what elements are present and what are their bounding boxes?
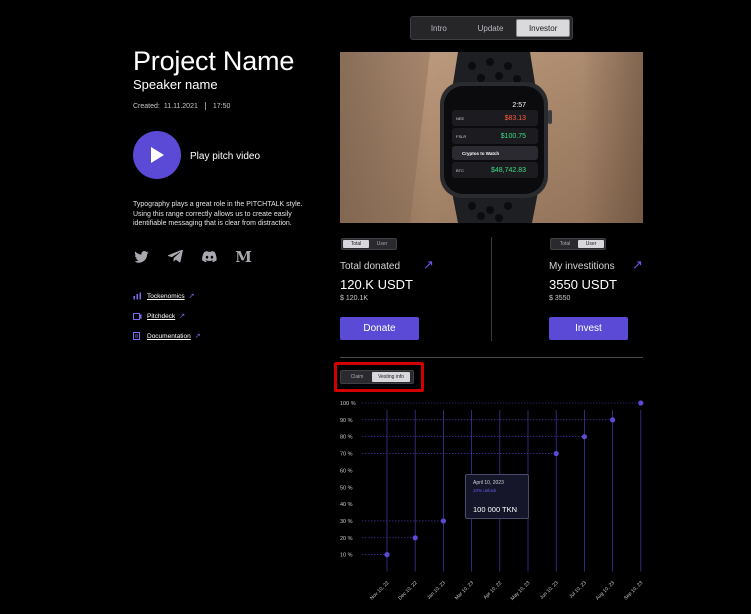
donated-toggle: Total User: [341, 238, 397, 250]
created-info: Created: 11.11.2021 17:50: [133, 102, 230, 110]
external-link-icon[interactable]: ↗: [423, 257, 434, 273]
discord-icon[interactable]: [201, 249, 218, 264]
y-tick-label: 30 %: [340, 519, 353, 525]
x-tick-label: Mar 10, 23: [454, 580, 475, 601]
watch-value: $100.75: [501, 133, 526, 140]
pitchdeck-link[interactable]: Pitchdeck ↗: [133, 312, 201, 320]
x-tick-label: Jun 10, 23: [539, 580, 560, 601]
pitch-video-thumbnail[interactable]: 2:57 NEE $83.13 FSLR $100.75 Cryptos to …: [340, 52, 643, 223]
tokenomics-link[interactable]: Tockenomics ↗: [133, 292, 201, 300]
data-point: [553, 450, 559, 457]
section-tabs: Intro Update Investor: [410, 16, 573, 40]
external-link-icon: ↗: [194, 333, 201, 340]
donated-toggle-user[interactable]: User: [369, 240, 395, 248]
tokenomics-link-label[interactable]: Tockenomics: [147, 293, 185, 300]
x-tick-label: Nov 10, 22: [369, 580, 390, 601]
section-divider: [340, 357, 643, 358]
x-tick-label: Sep 10, 23: [623, 580, 645, 602]
watch-time: 2:57: [512, 102, 526, 109]
data-point: [581, 434, 587, 440]
data-point: [412, 535, 418, 541]
play-video-button[interactable]: [133, 131, 181, 179]
chart-icon: [133, 292, 142, 300]
created-date: 11.11.2021: [163, 102, 198, 110]
invested-toggle: Total User: [550, 238, 606, 250]
y-tick-label: 80 %: [340, 435, 353, 441]
data-point: [440, 518, 446, 524]
created-label: Created:: [133, 102, 160, 110]
invested-toggle-user[interactable]: User: [578, 240, 604, 248]
speaker-name: Speaker name: [133, 77, 218, 92]
donated-value: 120.K USDT: [340, 277, 413, 292]
telegram-icon[interactable]: [167, 249, 184, 264]
x-tick-label: Jul 10, 23: [568, 580, 588, 600]
watch-ticker: NEE: [456, 116, 465, 121]
pitchdeck-link-label[interactable]: Pitchdeck: [147, 313, 175, 320]
chart-toggle-vesting-info[interactable]: Vesting info: [372, 372, 410, 382]
data-point: [610, 417, 616, 423]
chart-toggle-claim[interactable]: Claim: [342, 372, 372, 382]
play-video-label[interactable]: Play pitch video: [190, 151, 260, 162]
tab-intro[interactable]: Intro: [413, 19, 465, 37]
card-divider: [491, 237, 492, 341]
tooltip-unlock: 10% unlock: [473, 488, 497, 493]
donated-label: Total donated: [340, 261, 401, 272]
documentation-link-label[interactable]: Documentation: [147, 333, 191, 340]
data-point: [638, 400, 644, 406]
documentation-link[interactable]: Documentation ↗: [133, 332, 201, 340]
play-icon: [151, 147, 164, 163]
donated-sub: $ 120.1K: [340, 295, 369, 302]
y-tick-label: 40 %: [340, 502, 353, 508]
y-tick-label: 100 %: [340, 401, 356, 407]
watch-value: $83.13: [505, 115, 527, 122]
invested-label: My investitions: [549, 261, 615, 272]
created-separator: [204, 102, 206, 110]
document-icon: [133, 332, 142, 340]
data-point: [384, 552, 390, 558]
chart-toggle: Claim Vesting info: [340, 370, 414, 384]
y-tick-label: 50 %: [340, 485, 353, 491]
donate-button[interactable]: Donate: [340, 317, 419, 340]
y-tick-label: 70 %: [340, 452, 353, 458]
external-link-icon[interactable]: ↗: [632, 257, 643, 273]
tab-investor[interactable]: Investor: [516, 19, 571, 37]
watch-crypto-header: Cryptos to Watch: [462, 151, 499, 156]
medium-icon[interactable]: M: [235, 248, 252, 266]
x-tick-label: May 10, 23: [510, 580, 532, 602]
created-time: 17:50: [212, 102, 231, 110]
watch-value: $48,742.83: [491, 167, 526, 174]
y-tick-label: 20 %: [340, 536, 353, 542]
tooltip-date: April 10, 2023: [473, 480, 504, 486]
smartwatch-image: 2:57 NEE $83.13 FSLR $100.75 Cryptos to …: [340, 52, 643, 223]
project-title: Project Name: [133, 46, 295, 76]
donated-toggle-total[interactable]: Total: [343, 240, 369, 248]
external-link-icon: ↗: [188, 293, 195, 300]
y-tick-label: 60 %: [340, 468, 353, 474]
chart-tooltip: April 10, 2023 10% unlock 100 000 TKN: [465, 474, 529, 519]
watch-ticker: FSLR: [456, 134, 466, 139]
social-links: M: [133, 248, 269, 266]
invested-value: 3550 USDT: [549, 277, 617, 292]
x-tick-label: Jan 10, 23: [426, 580, 447, 601]
project-description: Typography plays a great role in the PIT…: [133, 201, 303, 228]
invested-sub: $ 3550: [549, 295, 571, 302]
invest-button[interactable]: Invest: [549, 317, 628, 340]
x-tick-label: Dec 10, 22: [397, 580, 418, 601]
resource-links: Tockenomics ↗ Pitchdeck ↗ Documentation …: [133, 292, 201, 352]
watch-ticker: BTC: [456, 168, 464, 173]
external-link-icon: ↗: [179, 313, 186, 320]
tooltip-value: 100 000 TKN: [473, 505, 518, 514]
twitter-icon[interactable]: [133, 249, 150, 264]
y-tick-label: 10 %: [340, 553, 353, 559]
tab-update[interactable]: Update: [465, 19, 517, 37]
video-icon: [133, 312, 142, 320]
x-tick-label: Aug 10, 23: [595, 580, 617, 602]
y-tick-label: 90 %: [340, 418, 353, 424]
invested-toggle-total[interactable]: Total: [552, 240, 578, 248]
x-tick-label: Apr 10, 22: [483, 580, 504, 601]
